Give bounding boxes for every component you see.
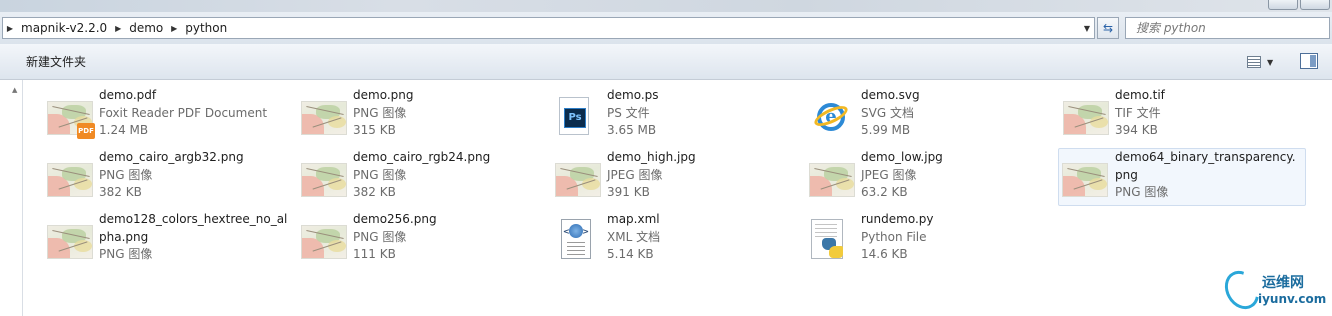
file-type: Python File [861, 229, 927, 244]
file-type: PNG 图像 [1115, 185, 1169, 199]
breadcrumb-chevron-icon[interactable]: ▶ [111, 24, 125, 33]
file-name: demo128_colors_hextree_no_alpha.png [99, 212, 288, 244]
file-item[interactable]: PDF demo.pdf Foxit Reader PDF Document 1… [46, 86, 296, 144]
file-item[interactable]: demo_cairo_rgb24.png PNG 图像 382 KB [300, 148, 550, 206]
address-bar[interactable]: ▶ mapnik-v2.2.0 ▶ demo ▶ python ▼ [2, 17, 1095, 39]
file-type: SVG 文档 [861, 105, 914, 120]
file-item[interactable]: rundemo.py Python File 14.6 KB [808, 210, 1058, 268]
file-name: map.xml [607, 212, 660, 226]
xml-document-icon: < > [555, 217, 603, 265]
file-name: demo_high.jpg [607, 150, 696, 164]
history-dropdown-icon[interactable]: ▼ [1084, 18, 1090, 38]
chevron-down-icon: ▼ [1267, 57, 1274, 67]
file-size: 5.99 MB [861, 123, 911, 137]
file-list: ▲ PDF demo.pdf Foxit Reader PDF Document… [0, 80, 1332, 316]
file-type: JPEG 图像 [861, 167, 917, 182]
file-type: PNG 图像 [99, 167, 153, 182]
file-name: demo.tif [1115, 88, 1165, 102]
file-type: PNG 图像 [99, 247, 153, 261]
file-name: demo.svg [861, 88, 920, 102]
view-options-icon [1247, 56, 1261, 68]
file-size: 382 KB [99, 185, 142, 199]
search-input[interactable]: 搜索 python [1125, 17, 1330, 39]
map-thumbnail-icon [555, 155, 603, 203]
map-thumbnail-icon [301, 217, 349, 265]
file-name: demo.pdf [99, 88, 157, 102]
map-thumbnail-icon [301, 155, 349, 203]
map-thumbnail-icon [1063, 93, 1111, 141]
file-name: demo_low.jpg [861, 150, 943, 164]
file-size: 394 KB [1115, 123, 1158, 137]
file-name: rundemo.py [861, 212, 934, 226]
breadcrumb-chevron-icon[interactable]: ▶ [3, 24, 17, 33]
file-item[interactable]: demo128_colors_hextree_no_alpha.png PNG … [46, 210, 296, 268]
minimize-button[interactable] [1268, 0, 1298, 10]
file-name: demo256.png [353, 212, 437, 226]
map-thumbnail-icon [47, 217, 95, 265]
file-item[interactable]: Ps demo.ps PS 文件 3.65 MB [554, 86, 804, 144]
file-item[interactable]: < > map.xml XML 文档 5.14 KB [554, 210, 804, 268]
file-name: demo.png [353, 88, 414, 102]
refresh-button[interactable]: ⇆ [1097, 17, 1119, 39]
file-type: PNG 图像 [353, 229, 407, 244]
watermark-title: 运维网 [1262, 275, 1304, 291]
window-title-strip [0, 0, 1332, 12]
map-thumbnail-icon [1062, 155, 1110, 203]
file-item[interactable]: demo_high.jpg JPEG 图像 391 KB [554, 148, 804, 206]
breadcrumb-chevron-icon[interactable]: ▶ [167, 24, 181, 33]
file-type: PS 文件 [607, 105, 650, 120]
breadcrumb: ▶ mapnik-v2.2.0 ▶ demo ▶ python [3, 18, 231, 38]
refresh-icon: ⇆ [1102, 21, 1114, 35]
file-item-selected[interactable]: demo64_binary_transparency.png PNG 图像 [1058, 148, 1306, 206]
map-thumbnail-icon [301, 93, 349, 141]
file-item[interactable]: demo_low.jpg JPEG 图像 63.2 KB [808, 148, 1058, 206]
breadcrumb-item[interactable]: demo [125, 21, 167, 35]
file-name: demo_cairo_argb32.png [99, 150, 244, 164]
file-name: demo_cairo_rgb24.png [353, 150, 491, 164]
map-thumbnail-icon [809, 155, 857, 203]
pdf-map-icon: PDF [47, 93, 95, 141]
new-folder-button[interactable]: 新建文件夹 [18, 50, 94, 74]
file-size: 315 KB [353, 123, 396, 137]
map-thumbnail-icon [47, 155, 95, 203]
file-size: 63.2 KB [861, 185, 908, 199]
swirl-icon [1218, 264, 1266, 316]
file-size: 14.6 KB [861, 247, 908, 261]
file-size: 3.65 MB [607, 123, 657, 137]
collapse-arrow-icon[interactable]: ▲ [12, 86, 17, 94]
file-size: 1.24 MB [99, 123, 149, 137]
change-view-button[interactable]: ▼ [1244, 53, 1284, 71]
file-type: PNG 图像 [353, 105, 407, 120]
preview-pane-button[interactable] [1300, 53, 1318, 69]
file-type: XML 文档 [607, 229, 661, 244]
file-item[interactable]: demo.tif TIF 文件 394 KB [1062, 86, 1312, 144]
file-item[interactable]: e demo.svg SVG 文档 5.99 MB [808, 86, 1058, 144]
file-size: 391 KB [607, 185, 650, 199]
file-type: JPEG 图像 [607, 167, 663, 182]
file-item[interactable]: demo_cairo_argb32.png PNG 图像 382 KB [46, 148, 296, 206]
breadcrumb-item[interactable]: python [181, 21, 231, 35]
watermark-logo: 运维网 iyunv.com [1218, 264, 1330, 316]
file-name: demo64_binary_transparency.png [1115, 150, 1296, 182]
python-file-icon [809, 217, 857, 265]
command-toolbar: 新建文件夹 ▼ [0, 44, 1332, 80]
file-name: demo.ps [607, 88, 659, 102]
file-item[interactable]: demo.png PNG 图像 315 KB [300, 86, 550, 144]
file-item[interactable]: demo256.png PNG 图像 111 KB [300, 210, 550, 268]
maximize-button[interactable] [1300, 0, 1330, 10]
file-type: TIF 文件 [1115, 105, 1161, 120]
breadcrumb-item[interactable]: mapnik-v2.2.0 [17, 21, 111, 35]
navigation-pane-divider [22, 80, 23, 316]
file-size: 5.14 KB [607, 247, 654, 261]
photoshop-icon: Ps [555, 93, 603, 141]
address-bar-area: ▶ mapnik-v2.2.0 ▶ demo ▶ python ▼ ⇆ 搜索 p… [0, 12, 1332, 44]
file-type: Foxit Reader PDF Document [99, 105, 268, 120]
file-size: 111 KB [353, 247, 396, 261]
window-controls [1268, 0, 1330, 10]
watermark-url: iyunv.com [1258, 292, 1327, 306]
file-size: 382 KB [353, 185, 396, 199]
internet-explorer-icon: e [809, 93, 857, 141]
file-type: PNG 图像 [353, 167, 407, 182]
